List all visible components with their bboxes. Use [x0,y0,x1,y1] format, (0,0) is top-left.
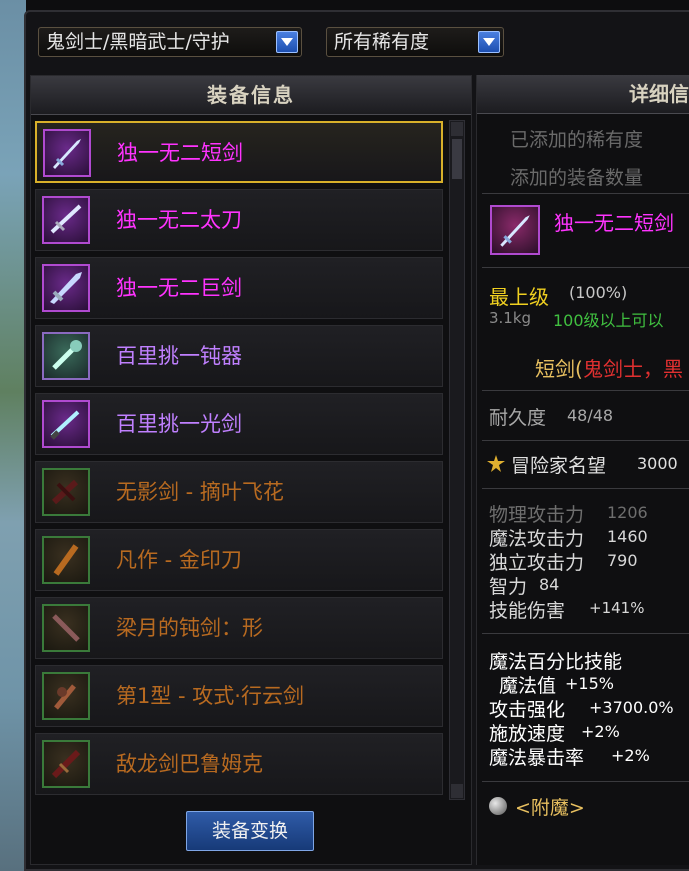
chevron-down-icon[interactable] [276,31,298,53]
magic-skill-title: 魔法百分比技能 [489,651,623,673]
item-label: 梁月的钝剑：形 [116,616,263,640]
panel-title: 装备信息 [31,76,471,115]
stat-value: 790 [607,551,638,570]
class-filter-value: 鬼剑士/黑暗武士/守护 [46,31,230,53]
divider [482,781,689,782]
list-item[interactable]: 敌龙剑巴鲁姆克 [35,733,443,795]
short-sword-icon [43,129,91,177]
divider [482,267,689,268]
list-item[interactable]: 百里挑一光剑 [35,393,443,455]
list-item[interactable]: 第1型 - 攻式·行云剑 [35,665,443,727]
item-label: 独一无二太刀 [116,208,242,232]
added-rarity-label: 已添加的稀有度 [510,129,644,151]
stat-label: 技能伤害 [489,600,566,622]
list-item[interactable]: 独一无二太刀 [35,189,443,251]
cast-speed-label: 施放速度 [489,723,566,745]
list-item[interactable]: 无影剑 - 摘叶飞花 [35,461,443,523]
rarity-filter-dropdown[interactable]: 所有稀有度 [326,27,504,57]
item-label: 第1型 - 攻式·行云剑 [116,684,304,708]
level-label: 最上级 [489,285,549,309]
stat-value: +141% [589,599,645,617]
class-filter-dropdown[interactable]: 鬼剑士/黑暗武士/守护 [38,27,302,57]
rarity-filter-value: 所有稀有度 [334,31,430,53]
enchant-orb-icon [489,797,507,815]
list-item[interactable]: 独一无二短剑 [35,121,443,183]
durability-label: 耐久度 [489,407,547,429]
weapon-type: 短剑( [535,357,583,381]
magic-mp-value: +15% [565,674,614,693]
lightsaber-icon [42,400,90,448]
gold-seal-blade-icon [42,536,90,584]
stat-label: 魔法攻击力 [489,528,585,550]
level-requirement: 100级以上可以 [553,311,664,330]
scroll-up-arrow-icon[interactable] [451,122,463,136]
added-count-label: 添加的装备数量 [510,167,644,189]
list-scrollbar[interactable] [449,120,465,800]
attack-boost-label: 攻击强化 [489,699,566,721]
item-label: 百里挑一光剑 [116,412,242,436]
katana-icon [42,196,90,244]
short-sword-icon [490,205,540,255]
background-scene [0,0,26,871]
divider [482,440,689,441]
list-item[interactable]: 梁月的钝剑：形 [35,597,443,659]
blunt-weapon-icon [42,332,90,380]
divider [482,390,689,391]
stat-value: 1460 [607,527,648,546]
magic-crit-value: +2% [611,746,650,765]
item-label: 独一无二短剑 [117,141,243,165]
stat-label: 智力 [489,576,528,598]
item-label: 无影剑 - 摘叶飞花 [116,480,284,504]
divider [482,633,689,634]
item-label: 凡作 - 金印刀 [116,548,242,572]
scroll-down-arrow-icon[interactable] [451,784,463,798]
divider [482,193,689,194]
stat-label: 物理攻击力 [489,504,585,526]
dragon-sword-icon [42,740,90,788]
list-item[interactable]: 独一无二巨剑 [35,257,443,319]
level-percent: (100%) [569,283,628,302]
list-item[interactable]: 凡作 - 金印刀 [35,529,443,591]
item-label: 百里挑一钝器 [116,344,242,368]
detail-panel: 详细信 已添加的稀有度 添加的装备数量 独一无二短剑 最上级 (100%) 3.… [476,75,689,865]
weapon-classes: 鬼剑士，黑 [583,357,683,381]
stat-label: 独立攻击力 [489,552,585,574]
chevron-down-icon[interactable] [478,31,500,53]
magic-mp-label: 魔法值 [499,675,557,697]
cloud-sword-icon [42,672,90,720]
weight: 3.1kg [489,309,532,327]
detail-item-name: 独一无二短剑 [554,211,674,235]
fame-icon [485,453,507,479]
blunt-sword-icon [42,604,90,652]
enchant-label: <附魔> [515,797,585,819]
cast-speed-value: +2% [581,722,620,741]
fame-value: 3000 [637,454,678,473]
list-item[interactable]: 百里挑一钝器 [35,325,443,387]
divider [482,488,689,489]
durability-value: 48/48 [567,406,614,425]
equipment-swap-button[interactable]: 装备变换 [186,811,314,851]
item-label: 独一无二巨剑 [116,276,242,300]
stat-value: 1206 [607,503,648,522]
shadow-sword-icon [42,468,90,516]
greatsword-icon [42,264,90,312]
stat-value: 84 [539,575,560,594]
magic-crit-label: 魔法暴击率 [489,747,585,769]
fame-label: 冒险家名望 [511,455,607,477]
item-label: 敌龙剑巴鲁姆克 [116,752,263,776]
attack-boost-value: +3700.0% [589,698,674,717]
detail-panel-title: 详细信 [477,75,689,114]
scroll-thumb[interactable] [452,139,462,179]
